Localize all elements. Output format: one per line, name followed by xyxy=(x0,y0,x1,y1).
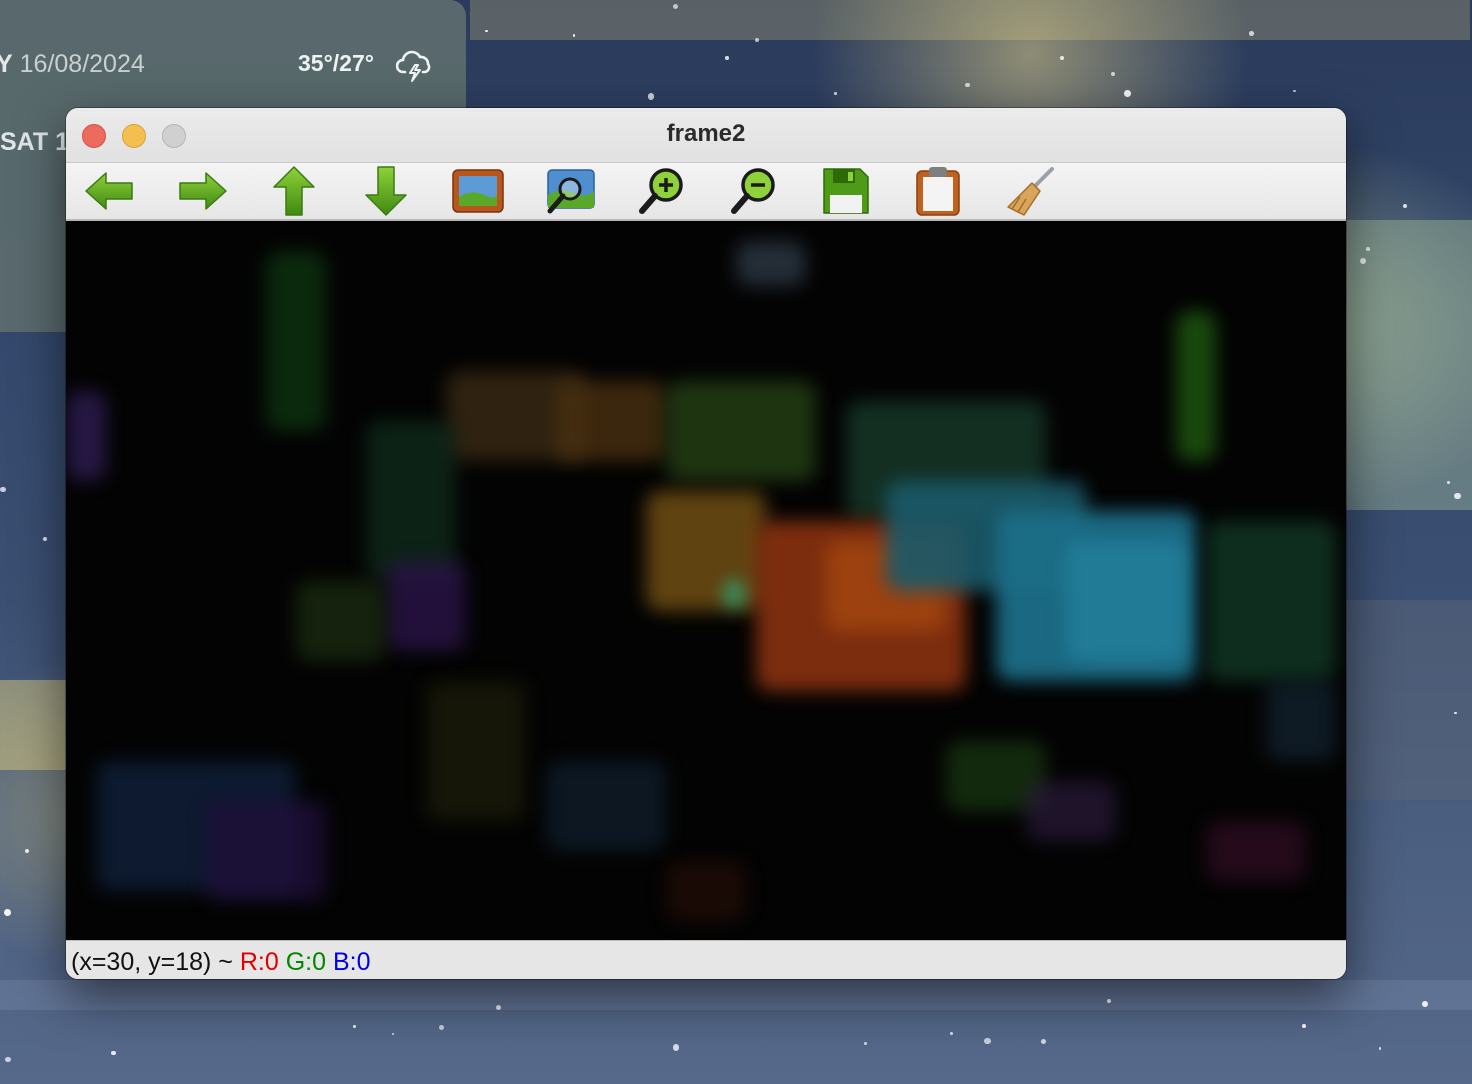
image-region xyxy=(66,391,106,481)
red-value: R:0 xyxy=(239,948,279,976)
image-region xyxy=(296,581,386,661)
snowflake xyxy=(24,849,29,854)
image-region xyxy=(726,581,742,607)
weather-temperature: 35°/27° xyxy=(298,50,374,76)
snowflake xyxy=(949,1031,954,1036)
image-region xyxy=(386,561,466,651)
snowflake xyxy=(42,536,47,541)
snowflake xyxy=(1040,1038,1046,1044)
toolbar xyxy=(66,163,1346,221)
snowflake xyxy=(0,486,6,493)
snowflake xyxy=(1106,998,1111,1003)
image-region xyxy=(666,861,746,921)
zoom-image-button[interactable] xyxy=(542,165,598,217)
snowflake xyxy=(1446,481,1451,485)
green-value: G:0 xyxy=(285,948,327,976)
snowflake xyxy=(438,1024,444,1030)
floppy-disk-icon xyxy=(823,168,869,214)
snowflake xyxy=(834,91,838,95)
image-region xyxy=(366,421,456,581)
snowflake xyxy=(965,82,970,88)
image-viewer-window[interactable]: frame2 (x=30, y=18) ~ R:0 G:0 B:0 xyxy=(66,108,1346,979)
back-button[interactable] xyxy=(82,165,138,217)
snowflake xyxy=(1359,257,1367,265)
zoom-in-icon xyxy=(639,168,683,214)
broom-icon xyxy=(1007,167,1054,216)
image-region xyxy=(666,381,816,481)
pixel-info: (x=30, y=18) ~ R:0 G:0 B:0 xyxy=(71,948,371,977)
snowflake xyxy=(1454,492,1461,500)
image-region xyxy=(1266,681,1336,761)
image-region xyxy=(1066,541,1186,661)
snowflake xyxy=(672,1044,680,1051)
snowflake xyxy=(725,56,729,60)
thunder-cloud-icon xyxy=(395,48,434,82)
zoom-out-button[interactable] xyxy=(726,165,782,217)
up-button[interactable] xyxy=(266,165,322,217)
weather-date-row: Y 16/08/2024 xyxy=(0,50,145,79)
snowflake xyxy=(1293,89,1296,92)
image-region xyxy=(646,491,766,611)
snowflake xyxy=(1421,1001,1428,1008)
snowflake xyxy=(1366,247,1370,251)
image-region xyxy=(266,251,326,431)
window-title: frame2 xyxy=(666,120,746,147)
clipboard-icon xyxy=(916,167,960,216)
zoom-picture-icon xyxy=(547,169,595,214)
down-button[interactable] xyxy=(358,165,414,217)
image-region xyxy=(1176,311,1216,461)
snowflake xyxy=(1402,204,1408,209)
picture-icon xyxy=(452,169,504,213)
zoom-out-icon xyxy=(731,168,775,214)
snowflake xyxy=(1111,72,1116,76)
snowflake xyxy=(1124,90,1132,98)
cursor-coordinates: (x=30, y=18) ~ xyxy=(71,948,233,976)
snowflake xyxy=(1249,31,1255,36)
snowflake xyxy=(5,1056,11,1062)
title-bar[interactable]: frame2 xyxy=(66,108,1346,163)
forward-button[interactable] xyxy=(174,165,230,217)
snowflake xyxy=(572,34,576,38)
fit-image-button[interactable] xyxy=(450,165,506,217)
image-region xyxy=(556,381,666,461)
image-region xyxy=(736,241,806,286)
snowflake xyxy=(673,3,679,10)
blue-value: B:0 xyxy=(332,948,371,976)
snowflake xyxy=(1301,1023,1306,1028)
copy-button[interactable] xyxy=(910,165,966,217)
image-region xyxy=(426,681,526,821)
snowflake xyxy=(1059,55,1064,60)
arrow-up-icon xyxy=(273,166,315,216)
arrow-left-icon xyxy=(85,172,133,210)
snowflake xyxy=(495,1004,502,1011)
snowflake xyxy=(755,37,760,42)
snowflake xyxy=(984,1037,991,1045)
image-region xyxy=(1206,821,1306,881)
image-canvas[interactable] xyxy=(66,221,1346,940)
image-region xyxy=(1026,781,1116,841)
weather-date: 16/08/2024 xyxy=(19,50,145,78)
snowflake xyxy=(4,908,12,916)
snowflake xyxy=(485,29,488,32)
snowflake xyxy=(391,1032,394,1035)
snowflake xyxy=(110,1050,116,1056)
weather-day-label: Y xyxy=(0,50,13,78)
image-region xyxy=(546,761,666,851)
snowflake xyxy=(1378,1047,1382,1051)
weather-forecast-row: SAT 1 xyxy=(0,128,69,156)
clear-button[interactable] xyxy=(1002,165,1058,217)
arrow-down-icon xyxy=(365,166,407,216)
status-bar: (x=30, y=18) ~ R:0 G:0 B:0 xyxy=(66,940,1346,979)
arrow-right-icon xyxy=(179,172,227,210)
save-button[interactable] xyxy=(818,165,874,217)
zoom-in-button[interactable] xyxy=(634,165,690,217)
image-region xyxy=(206,801,326,901)
snowflake xyxy=(647,93,655,100)
snowflake xyxy=(1454,711,1457,715)
snowflake xyxy=(353,1024,357,1028)
image-region xyxy=(1206,521,1336,681)
snowflake xyxy=(863,1041,867,1046)
